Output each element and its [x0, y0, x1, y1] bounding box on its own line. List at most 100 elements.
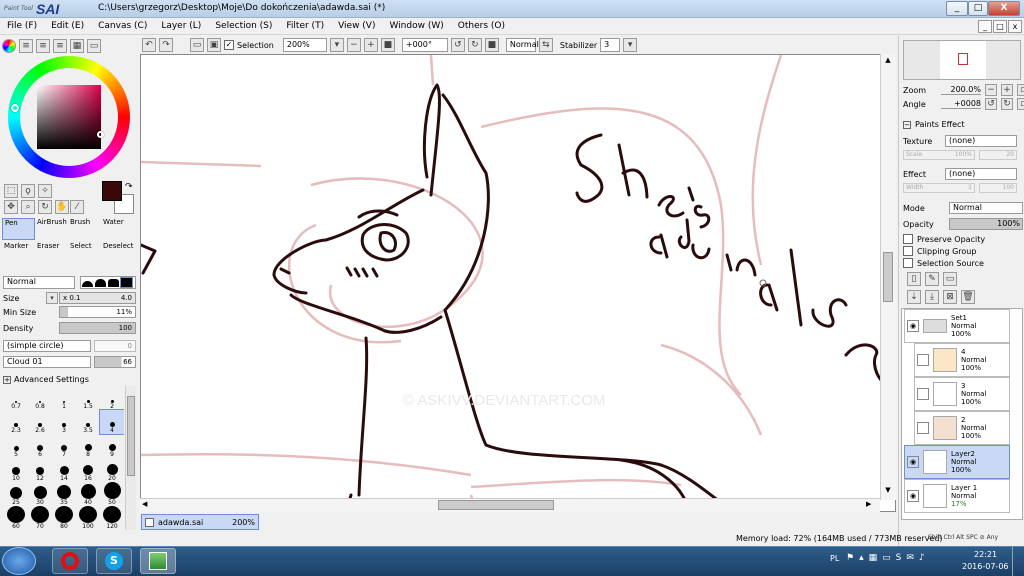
- nav-zoom-out-button[interactable]: −: [985, 84, 997, 96]
- brush-size-preset[interactable]: 1.5: [76, 386, 100, 410]
- advanced-settings-toggle[interactable]: + Advanced Settings: [3, 375, 89, 384]
- layer-item-set1[interactable]: ◉ Set1 Normal 100%: [904, 309, 1010, 343]
- doc-restore-button[interactable]: □: [993, 20, 1007, 33]
- brush-size-preset[interactable]: 5: [4, 434, 28, 458]
- stabilizer-dropdown[interactable]: ▾: [623, 38, 638, 52]
- clock-date[interactable]: 2016-07-06: [962, 562, 1009, 571]
- preserve-opacity-row[interactable]: Preserve Opacity: [903, 234, 985, 244]
- new-folder-icon[interactable]: ▭: [943, 272, 957, 286]
- nav-zoom-value[interactable]: 200.0%: [941, 85, 981, 95]
- stabilizer-field[interactable]: 3: [600, 38, 621, 52]
- brush-size-preset[interactable]: 70: [28, 506, 52, 530]
- tool-airbrush[interactable]: AirBrush: [35, 218, 68, 240]
- new-linework-layer-icon[interactable]: ✎: [925, 272, 939, 286]
- layer-item-layer2[interactable]: ◉ Layer2 Normal 100%: [904, 445, 1010, 479]
- redo-button[interactable]: ↷: [159, 38, 173, 52]
- brush-size-preset[interactable]: 2.6: [28, 410, 52, 434]
- tray-flag-icon[interactable]: ⚑: [846, 553, 854, 563]
- selection-source-checkbox[interactable]: [903, 258, 913, 268]
- color-wheel-mode-icon[interactable]: [2, 39, 16, 53]
- tool-pen[interactable]: Pen: [2, 218, 35, 240]
- preserve-opacity-checkbox[interactable]: [903, 234, 913, 244]
- rotate-reset-button[interactable]: ■: [484, 38, 499, 52]
- doc-minimize-button[interactable]: _: [978, 20, 992, 33]
- lasso-icon[interactable]: ϙ: [21, 184, 35, 198]
- saturation-value-square[interactable]: [37, 85, 101, 149]
- zoom-dropdown[interactable]: ▾: [329, 38, 344, 52]
- tool-water[interactable]: Water: [101, 218, 134, 240]
- zoom-field[interactable]: 200%: [282, 38, 327, 52]
- clipping-group-checkbox[interactable]: [903, 246, 913, 256]
- tool-deselect[interactable]: Deselect: [101, 242, 134, 264]
- start-button[interactable]: [2, 547, 36, 575]
- hard-edge-icon[interactable]: [108, 279, 119, 287]
- brush-size-preset[interactable]: 3.5: [76, 410, 100, 434]
- swap-colors-icon[interactable]: ↷: [125, 182, 133, 192]
- blend-mode-field[interactable]: Normal: [505, 38, 539, 52]
- brush-size-preset[interactable]: 16: [76, 458, 100, 482]
- close-button[interactable]: X: [988, 1, 1020, 16]
- effect-width-number[interactable]: 100: [979, 183, 1017, 193]
- effect-dropdown[interactable]: (none): [945, 168, 1017, 180]
- menu-window[interactable]: Window (W): [382, 21, 450, 31]
- zoom-reset-button[interactable]: ■: [380, 38, 395, 52]
- rotate-right-button[interactable]: ↻: [467, 38, 482, 52]
- texture-dropdown[interactable]: Cloud 01: [3, 356, 91, 368]
- min-size-slider[interactable]: 11%: [59, 306, 136, 318]
- menu-canvas[interactable]: Canvas (C): [91, 21, 154, 31]
- vertical-scroll-thumb[interactable]: [883, 252, 893, 302]
- brush-shape-selector[interactable]: [80, 276, 136, 289]
- paints-effect-header[interactable]: − Paints Effect: [903, 120, 965, 129]
- tool-select[interactable]: Select: [68, 242, 101, 264]
- hue-handle[interactable]: [11, 104, 19, 112]
- brush-size-preset[interactable]: 1: [52, 386, 76, 410]
- layer-item-4[interactable]: 4 Normal 100%: [914, 343, 1010, 377]
- brush-size-preset[interactable]: 4: [99, 409, 124, 435]
- tool-brush[interactable]: Brush: [68, 218, 101, 240]
- hand-icon[interactable]: ✋: [55, 200, 69, 214]
- clear-layer-icon[interactable]: ⊠: [943, 290, 957, 304]
- undo-button[interactable]: ↶: [142, 38, 156, 52]
- nav-zoom-reset-button[interactable]: ▫: [1017, 84, 1024, 96]
- layer-item-3[interactable]: 3 Normal 100%: [914, 377, 1010, 411]
- tool-marker[interactable]: Marker: [2, 242, 35, 264]
- layer-mode-dropdown[interactable]: Normal: [949, 202, 1023, 214]
- canvas-area[interactable]: © ASKIVV.DEVIANTART.COM: [140, 54, 896, 512]
- tool-eraser[interactable]: Eraser: [35, 242, 68, 264]
- move-icon[interactable]: ✥: [4, 200, 18, 214]
- maximize-button[interactable]: □: [968, 1, 988, 16]
- layer-item-2[interactable]: 2 Normal 100%: [914, 411, 1010, 445]
- brush-size-preset[interactable]: 8: [76, 434, 100, 458]
- menu-others[interactable]: Others (O): [451, 21, 512, 31]
- effect-scale-slider[interactable]: Scale 100%: [903, 150, 975, 160]
- delete-layer-icon[interactable]: 🗑: [961, 290, 975, 304]
- visibility-eye-icon[interactable]: ◉: [907, 490, 919, 502]
- tray-chat-icon[interactable]: ✉: [906, 553, 914, 563]
- soft-edge-icon[interactable]: [82, 281, 93, 287]
- color-mixer-icon[interactable]: ≡: [53, 39, 67, 53]
- clock-time[interactable]: 22:21: [974, 550, 997, 559]
- brush-size-preset[interactable]: 2: [100, 386, 124, 410]
- minimize-button[interactable]: _: [946, 1, 968, 16]
- language-indicator[interactable]: PL: [830, 554, 839, 563]
- menu-layer[interactable]: Layer (L): [154, 21, 208, 31]
- brush-size-preset[interactable]: 7: [52, 434, 76, 458]
- zoom-in-button[interactable]: +: [363, 38, 378, 52]
- menu-file[interactable]: File (F): [0, 21, 44, 31]
- tray-skype-icon[interactable]: S: [896, 553, 902, 563]
- brush-size-preset[interactable]: 35: [52, 482, 76, 506]
- nav-rotate-left-button[interactable]: ↺: [985, 98, 997, 110]
- taskbar-paint-tool-sai[interactable]: [140, 548, 176, 574]
- brush-size-preset[interactable]: 9: [100, 434, 124, 458]
- scroll-down-icon[interactable]: ▼: [882, 486, 894, 496]
- navigator-preview[interactable]: [903, 40, 1021, 80]
- rotate-left-button[interactable]: ↺: [450, 38, 465, 52]
- brush-grid-scrollbar[interactable]: [125, 386, 136, 530]
- texture-slider[interactable]: 66: [94, 356, 136, 368]
- swatches-icon[interactable]: ▦: [70, 39, 84, 53]
- brush-size-preset[interactable]: 12: [28, 458, 52, 482]
- navigator-view-rect[interactable]: [958, 53, 968, 65]
- selection-source-row[interactable]: Selection Source: [903, 258, 984, 268]
- show-desktop-button[interactable]: [1012, 547, 1024, 576]
- invert-selection-button[interactable]: ▣: [207, 38, 221, 52]
